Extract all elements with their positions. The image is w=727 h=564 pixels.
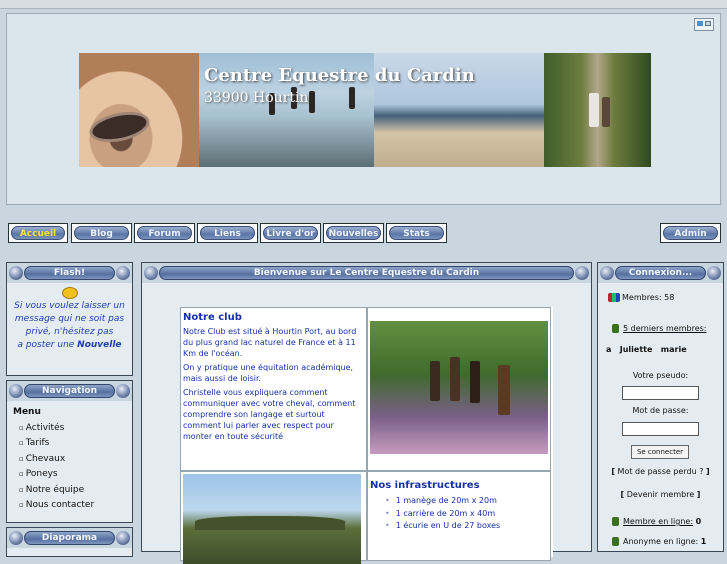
flash-panel: Flash! Si vous voulez laisser un message… [6, 262, 133, 376]
diaporama-title: Diaporama [24, 531, 115, 545]
flash-title: Flash! [24, 266, 115, 280]
online-members-link[interactable]: Membre en ligne: [623, 517, 693, 526]
menu-item-poneys[interactable]: Poneys [13, 467, 126, 483]
main-panel: Bienvenue sur Le Centre Equestre du Card… [141, 262, 592, 564]
banner-title: Centre Equestre du Cardin [204, 65, 475, 86]
online-icon [612, 517, 619, 526]
diaporama-panel: Diaporama [6, 527, 133, 557]
nav-forum-button[interactable]: Forum [134, 223, 195, 243]
content-table: Notre club Notre Club est situé à Hourti… [180, 307, 553, 564]
club-paragraph-2: On y pratique une équitation académique,… [183, 363, 354, 383]
members-icon [612, 324, 619, 333]
riding-hall-photo [183, 474, 361, 564]
navigation-panel: Navigation Menu Activités Tarifs Chevaux… [6, 380, 133, 523]
menu-item-tarifs[interactable]: Tarifs [13, 436, 126, 452]
menu-item-chevaux[interactable]: Chevaux [13, 452, 126, 468]
infra-item: 1 carrière de 20m x 40m [396, 508, 548, 521]
forest-riders-photo [370, 321, 548, 454]
language-flag-icon[interactable] [694, 18, 714, 31]
infra-item: 1 écurie en U de 27 boxes [396, 520, 548, 533]
members-icon [608, 293, 620, 302]
menu-item-equipe[interactable]: Notre équipe [13, 483, 126, 499]
pseudo-input[interactable] [622, 386, 699, 400]
club-title: Notre club [183, 312, 242, 323]
riders-photo-cell [367, 307, 551, 471]
pseudo-label: Votre pseudo: [632, 371, 689, 380]
login-button[interactable]: Se connecter [631, 445, 689, 459]
members-count: Membres: 58 [608, 293, 674, 302]
password-label: Mot de passe: [632, 406, 689, 415]
connexion-panel: Connexion... Membres: 58 5 derniers memb… [597, 262, 724, 552]
horse-eye-photo [79, 53, 199, 167]
nav-blog-button[interactable]: Blog [71, 223, 132, 243]
banner-image: Centre Equestre du Cardin 33900 Hourtin [79, 53, 651, 167]
lost-password-link[interactable]: [ Mot de passe perdu ? ] [598, 467, 723, 476]
password-input[interactable] [622, 422, 699, 436]
club-cell: Notre club Notre Club est situé à Hourti… [180, 307, 367, 471]
banner-subtitle: 33900 Hourtin [204, 90, 309, 106]
main-title: Bienvenue sur Le Centre Equestre du Card… [159, 266, 574, 280]
menu-heading: Menu [13, 407, 41, 417]
menu-item-activites[interactable]: Activités [13, 421, 126, 437]
menu-item-contact[interactable]: Nous contacter [13, 498, 126, 514]
forest-trail-photo [544, 53, 651, 167]
last-members-link[interactable]: 5 derniers membres: [623, 324, 706, 333]
nav-livre-dor-button[interactable]: Livre d'or [260, 223, 321, 243]
top-bar [0, 0, 727, 9]
nav-accueil-button[interactable]: Accueil [8, 223, 68, 243]
last-members-list[interactable]: a Juliette marie [606, 345, 687, 354]
infrastructures-title: Nos infrastructures [370, 480, 480, 491]
smiley-icon [61, 287, 78, 299]
building-photo-cell [180, 471, 367, 564]
navigation-title: Navigation [24, 384, 115, 398]
become-member-link[interactable]: [ Devenir membre ] [598, 490, 723, 499]
nav-nouvelles-button[interactable]: Nouvelles [323, 223, 384, 243]
flash-message: Si vous voulez laisser un message qui ne… [14, 301, 125, 350]
nav-stats-button[interactable]: Stats [386, 223, 447, 243]
online-members-count: 0 [695, 517, 702, 526]
infrastructures-cell: Nos infrastructures 1 manège de 20m x 20… [367, 471, 551, 561]
nav-liens-button[interactable]: Liens [197, 223, 258, 243]
nouvelle-link[interactable]: Nouvelle [77, 340, 121, 350]
infra-item: 1 manège de 20m x 20m [396, 495, 548, 508]
nav-admin-button[interactable]: Admin [660, 223, 721, 243]
connexion-title: Connexion... [615, 266, 706, 280]
club-paragraph-1: Notre Club est situé à Hourtin Port, au … [183, 327, 357, 358]
club-paragraph-3: Christelle vous expliquera comment commu… [183, 388, 356, 441]
